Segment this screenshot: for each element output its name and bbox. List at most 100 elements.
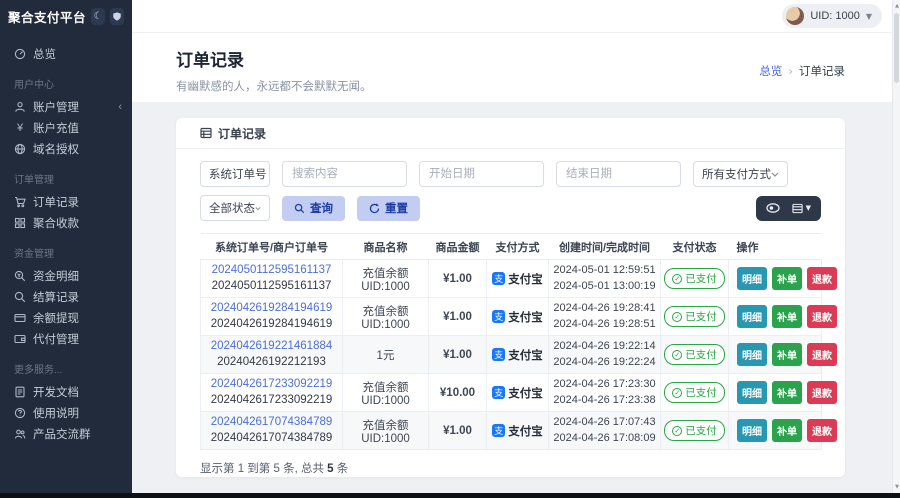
avatar <box>786 7 805 25</box>
sidebar-item-product-group[interactable]: 产品交流群 <box>0 423 132 444</box>
caret-down-icon: ▼ <box>805 204 811 212</box>
merchant-order-no: 20240426192212193 <box>217 355 326 368</box>
completed-time: 2024-04-26 17:08:09 <box>553 431 656 444</box>
pay-method-label: 支付宝 <box>508 273 543 286</box>
user-menu[interactable]: UID: 1000 ▼ <box>782 4 882 28</box>
col-pay-status: 支付状态 <box>660 233 729 260</box>
status-badge: ✓ 已支付 <box>664 268 725 289</box>
created-time: 2024-04-26 19:28:41 <box>553 302 656 315</box>
scroll-up-icon[interactable]: ▲ <box>893 3 900 9</box>
pay-method-label: 支付宝 <box>508 425 543 438</box>
refund-button[interactable]: 退款 <box>807 343 837 366</box>
breadcrumb-overview-link[interactable]: 总览 <box>759 63 782 79</box>
sidebar-nav: 总览 用户中心 账户管理 ‹ ¥ 账户充值 域名授权 订单管理 订单记录 聚合收… <box>0 33 132 444</box>
end-date-input[interactable] <box>556 161 681 187</box>
start-date-input[interactable] <box>419 161 544 187</box>
query-button[interactable]: 查询 <box>282 195 345 221</box>
reissue-button[interactable]: 补单 <box>772 419 802 442</box>
sidebar-item-domain-authorization[interactable]: 域名授权 <box>0 138 132 159</box>
status-select[interactable]: 全部状态 <box>200 195 270 221</box>
table-header-row: 系统订单号/商户订单号 商品名称 商品金额 支付方式 创建时间/完成时间 支付状… <box>200 233 822 260</box>
breadcrumb-current: 订单记录 <box>799 66 845 78</box>
yen-icon: ¥ <box>16 121 24 134</box>
reset-button[interactable]: 重置 <box>357 195 420 221</box>
col-amount: 商品金额 <box>428 233 487 260</box>
columns-menu-button[interactable]: ▼ <box>791 203 811 214</box>
reissue-button[interactable]: 补单 <box>772 305 802 328</box>
scroll-down-icon[interactable]: ▼ <box>893 484 900 490</box>
chevron-down-icon <box>771 172 779 177</box>
page-title: 订单记录 <box>176 51 244 70</box>
system-order-link[interactable]: 2024042617074384789 <box>203 415 340 431</box>
product-name: 充值余额 UID:1000 <box>342 259 429 298</box>
pay-method-label: 支付宝 <box>508 387 543 400</box>
check-circle-icon: ✓ <box>672 273 683 284</box>
cart-icon <box>15 196 26 207</box>
completed-time: 2024-04-26 17:23:38 <box>553 393 656 406</box>
alipay-icon: 支 <box>492 310 506 323</box>
theme-button[interactable] <box>110 8 124 25</box>
detail-button[interactable]: 明细 <box>737 343 767 366</box>
detail-button[interactable]: 明细 <box>737 419 767 442</box>
search-yen-icon <box>14 270 26 281</box>
sidebar-item-usage-guide[interactable]: 使用说明 <box>0 402 132 423</box>
dark-mode-toggle[interactable]: ☾ <box>91 8 105 25</box>
created-time: 2024-04-26 17:23:30 <box>553 378 656 391</box>
sidebar-item-dev-docs[interactable]: 开发文档 <box>0 381 132 402</box>
vertical-scrollbar[interactable]: ▲ ▼ <box>892 0 900 493</box>
col-actions: 操作 <box>728 233 822 260</box>
page-header: 订单记录 有幽默感的人，永远都不会默默无闻。 总览 › 订单记录 <box>132 33 900 102</box>
alipay-icon: 支 <box>492 424 506 437</box>
refund-button[interactable]: 退款 <box>807 267 837 290</box>
reissue-button[interactable]: 补单 <box>772 267 802 290</box>
sidebar-group-order-management: 订单管理 <box>14 175 54 186</box>
product-name: 1元 <box>342 335 429 374</box>
sidebar-item-settlement-records[interactable]: 结算记录 <box>0 286 132 307</box>
search-icon <box>14 291 26 302</box>
table-row: 2024050112595161137 2024050112595161137 充… <box>200 259 837 298</box>
refund-button[interactable]: 退款 <box>807 305 837 328</box>
refund-button[interactable]: 退款 <box>807 419 837 442</box>
sidebar-item-aggregated-collection[interactable]: 聚合收款 <box>0 212 132 233</box>
created-time: 2024-05-01 12:59:51 <box>553 264 656 277</box>
scrollbar-thumb[interactable] <box>894 13 899 83</box>
pagination-summary: 显示第 1 到第 5 条, 总共 5 条 <box>200 463 349 475</box>
check-circle-icon: ✓ <box>672 425 683 436</box>
sidebar-item-payout-management[interactable]: 代付管理 <box>0 328 132 349</box>
sidebar-group-fund-management: 资金管理 <box>14 249 54 260</box>
status-badge: ✓ 已支付 <box>664 306 725 327</box>
merchant-order-no: 2024042617074384789 <box>210 431 333 444</box>
reissue-button[interactable]: 补单 <box>772 381 802 404</box>
reissue-button[interactable]: 补单 <box>772 343 802 366</box>
system-order-link[interactable]: 2024042619221461884 <box>203 339 340 355</box>
search-input[interactable] <box>282 161 407 187</box>
help-icon <box>14 407 26 418</box>
toggle-view-icon[interactable] <box>765 203 780 213</box>
completed-time: 2024-04-26 19:28:51 <box>553 317 656 330</box>
doc-icon <box>15 386 25 397</box>
sidebar-item-fund-details[interactable]: 资金明细 <box>0 265 132 286</box>
detail-button[interactable]: 明细 <box>737 267 767 290</box>
col-pay-method: 支付方式 <box>486 233 549 260</box>
pay-method-select[interactable]: 所有支付方式 <box>693 161 788 187</box>
app-window: 聚合支付平台 ☾ 总览 用户中心 账户管理 ‹ ¥ 账户充值 域名授权 订单管理… <box>0 0 900 498</box>
breadcrumb-separator: › <box>788 64 793 78</box>
system-order-link[interactable]: 2024050112595161137 <box>203 263 340 279</box>
order-type-select[interactable]: 系统订单号 <box>200 161 270 187</box>
check-circle-icon: ✓ <box>672 349 683 360</box>
sidebar-item-balance-withdrawal[interactable]: 余额提现 <box>0 307 132 328</box>
product-amount: ¥10.00 <box>428 373 487 412</box>
system-order-link[interactable]: 2024042619284194619 <box>203 301 340 317</box>
detail-button[interactable]: 明细 <box>737 381 767 404</box>
sidebar-item-account-management[interactable]: 账户管理 ‹ <box>0 96 132 117</box>
sidebar-item-account-recharge[interactable]: ¥ 账户充值 <box>0 117 132 138</box>
detail-button[interactable]: 明细 <box>737 305 767 328</box>
sidebar-item-overview[interactable]: 总览 <box>0 43 132 64</box>
users-icon <box>14 429 26 439</box>
sidebar-item-order-records[interactable]: 订单记录 <box>0 191 132 212</box>
refund-button[interactable]: 退款 <box>807 381 837 404</box>
table-row: 2024042619284194619 2024042619284194619 充… <box>200 297 837 336</box>
chevron-down-icon: ▼ <box>865 11 872 21</box>
merchant-order-no: 2024050112595161137 <box>211 279 332 292</box>
system-order-link[interactable]: 2024042617233092219 <box>203 377 340 393</box>
